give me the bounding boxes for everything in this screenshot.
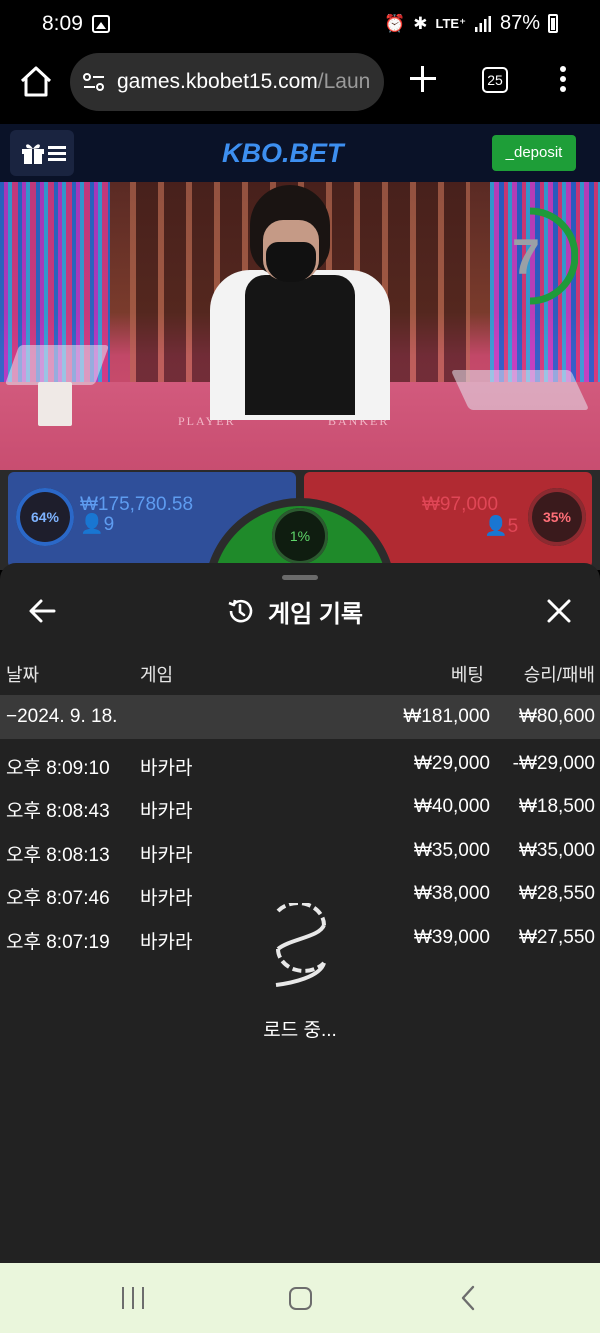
row-bet: ₩39,000 — [413, 927, 490, 948]
card-shoe-right — [450, 370, 590, 410]
row-time: 오후 8:08:43 — [6, 801, 110, 822]
row-time: 오후 8:07:19 — [6, 932, 110, 953]
player-count: 👤9 — [80, 512, 114, 536]
nav-home-icon[interactable] — [289, 1287, 312, 1310]
loading-spinner-icon — [275, 903, 326, 987]
row-bet: ₩35,000 — [413, 840, 490, 861]
gallery-icon — [92, 15, 110, 33]
status-icons: ⏰ ✱ LTE⁺ 87% — [384, 12, 558, 35]
countdown-number: 7 — [512, 229, 540, 285]
banker-amount: ₩97,000 — [422, 494, 499, 515]
url-text: games.kbobet15.com/Laun — [117, 70, 370, 94]
user-icon: 👤 — [484, 516, 508, 537]
card-stack — [38, 382, 72, 426]
home-icon[interactable] — [18, 64, 54, 100]
sheet-title: 게임 기록 — [268, 600, 363, 628]
summary-winloss: ₩80,600 — [518, 706, 595, 727]
tabs-icon[interactable]: 25 — [482, 67, 508, 93]
row-bet: ₩38,000 — [413, 883, 490, 904]
row-bet: ₩40,000 — [413, 796, 490, 817]
header-game: 게임 — [140, 665, 174, 685]
site-header: KBO.BET _deposit — [0, 124, 600, 182]
player-count-value: 9 — [103, 514, 115, 535]
row-game: 바카라 — [140, 801, 193, 822]
deposit-button[interactable]: _deposit — [492, 135, 576, 171]
dealer-mask — [266, 242, 316, 282]
lte-indicator: LTE⁺ — [435, 16, 466, 31]
banker-percent: 35% — [528, 488, 586, 546]
row-winloss: ₩35,000 — [518, 840, 595, 861]
site-settings-icon[interactable] — [82, 71, 106, 93]
dealer-vest — [245, 275, 355, 415]
table-row[interactable]: 오후 8:08:13 바카라 ₩35,000 ₩35,000 — [0, 840, 600, 880]
sheet-header: 게임 기록 — [226, 595, 363, 628]
status-time: 8:09 — [42, 12, 83, 35]
site-logo[interactable]: KBO.BET — [222, 138, 344, 169]
system-nav-bar — [0, 1263, 600, 1333]
bluetooth-icon: ✱ — [413, 13, 428, 33]
close-icon[interactable] — [545, 597, 573, 625]
row-time: 오후 8:09:10 — [6, 758, 110, 779]
banker-count-value: 5 — [507, 516, 519, 537]
signal-icon — [474, 15, 491, 32]
row-game: 바카라 — [140, 758, 193, 779]
alarm-icon: ⏰ — [384, 13, 406, 33]
battery-icon — [548, 14, 558, 33]
nav-back-icon[interactable] — [456, 1285, 482, 1311]
row-game: 바카라 — [140, 888, 193, 909]
row-time: 오후 8:08:13 — [6, 845, 110, 866]
user-icon: 👤 — [80, 514, 104, 535]
row-winloss: ₩18,500 — [518, 796, 595, 817]
recents-icon[interactable] — [122, 1287, 146, 1309]
history-icon — [228, 599, 253, 623]
url-path: /Laun — [317, 70, 371, 93]
address-bar[interactable]: games.kbobet15.com/Laun — [70, 53, 384, 111]
game-history-sheet: 게임 기록 날짜 게임 베팅 승리/패배 −2024. 9. 18. ₩181,… — [0, 563, 600, 1263]
gift-icon — [22, 144, 44, 164]
loading-text: 로드 중... — [263, 1020, 337, 1041]
row-game: 바카라 — [140, 932, 193, 953]
hamburger-icon — [48, 146, 66, 161]
table-row[interactable]: 오후 8:09:10 바카라 ₩29,000 -₩29,000 — [0, 753, 600, 793]
header-date: 날짜 — [6, 665, 40, 685]
header-winloss: 승리/패배 — [523, 665, 595, 685]
row-winloss: ₩27,550 — [518, 927, 595, 948]
player-percent: 64% — [16, 488, 74, 546]
sheet-drag-handle[interactable] — [282, 575, 318, 580]
banker-count: 👤5 — [484, 514, 518, 538]
card-shoe-left — [4, 345, 110, 385]
row-bet: ₩29,000 — [413, 753, 490, 774]
summary-bet: ₩181,000 — [403, 706, 490, 727]
menu-button[interactable] — [10, 130, 74, 176]
status-bar: 8:09 ⏰ ✱ LTE⁺ 87% — [0, 0, 600, 50]
back-arrow-icon[interactable] — [28, 597, 56, 625]
table-row[interactable]: 오후 8:08:43 바카라 ₩40,000 ₩18,500 — [0, 796, 600, 836]
summary-date: −2024. 9. 18. — [6, 706, 118, 727]
battery-percent: 87% — [499, 12, 540, 34]
row-winloss: -₩29,000 — [512, 753, 595, 774]
row-time: 오후 8:07:46 — [6, 888, 110, 909]
url-domain: games.kbobet15.com — [117, 70, 318, 93]
new-tab-icon[interactable] — [408, 64, 438, 94]
date-summary-row[interactable]: −2024. 9. 18. ₩181,000 ₩80,600 — [0, 695, 600, 739]
row-game: 바카라 — [140, 845, 193, 866]
browser-toolbar: games.kbobet15.com/Laun 25 — [0, 50, 600, 124]
more-icon[interactable] — [560, 66, 568, 96]
header-bet: 베팅 — [450, 665, 484, 685]
tie-percent: 1% — [272, 508, 328, 564]
row-winloss: ₩28,550 — [518, 883, 595, 904]
